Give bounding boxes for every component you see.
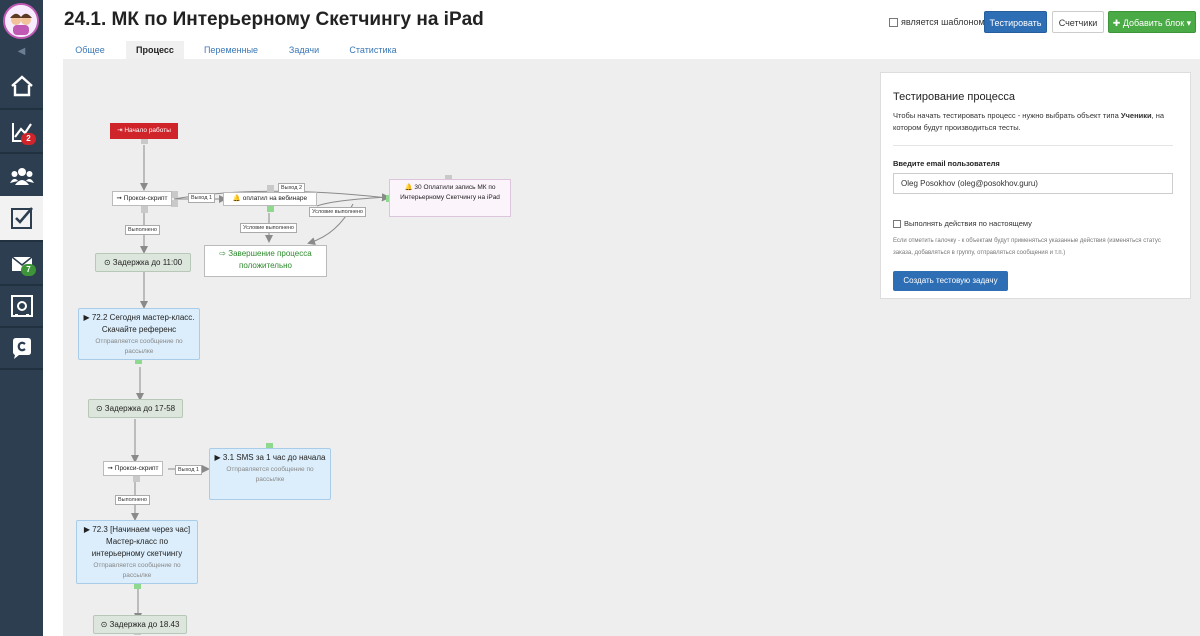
flow-port[interactable]: [171, 191, 178, 198]
node-delay-1843[interactable]: ⊙ Задержка до 18.43: [93, 615, 187, 634]
flow-port[interactable]: [133, 475, 140, 482]
node-proxy-script-1[interactable]: ➞ Прокси-скрипт: [112, 191, 172, 206]
stats-badge: 2: [21, 133, 36, 145]
safe-icon: [10, 295, 33, 317]
edge-label-condition: Условие выполнено: [240, 223, 297, 233]
message-title: ▶ 72.2 Сегодня мастер-класс. Скачайте ре…: [83, 313, 195, 334]
test-panel: Тестирование процесса Чтобы начать тести…: [880, 72, 1191, 299]
node-process-complete[interactable]: ⇨ Завершение процесса положительно: [204, 245, 327, 277]
message-subtitle: Отправляется сообщение по рассылке: [226, 466, 314, 483]
node-start[interactable]: ⇥ Начало работы: [110, 123, 178, 139]
node-delay-1758[interactable]: ⊙ Задержка до 17-58: [88, 399, 183, 418]
flow-port[interactable]: [171, 200, 178, 207]
email-field[interactable]: Oleg Posokhov (oleg@posokhov.guru): [893, 173, 1173, 194]
test-panel-title: Тестирование процесса: [893, 91, 1015, 103]
edge-label-exit-1b: Выход 1: [175, 465, 203, 475]
node-message-72-2[interactable]: ▶ 72.2 Сегодня мастер-класс. Скачайте ре…: [78, 308, 200, 360]
chat-logo-icon: [12, 338, 31, 359]
message-subtitle: Отправляется сообщение по рассылке: [95, 338, 183, 355]
avatar-image: [5, 5, 37, 37]
sidebar-item-tasks[interactable]: [0, 196, 43, 240]
template-checkbox-label: является шаблоном: [901, 17, 985, 27]
real-actions-hint: Если отметить галочку - к объектам будут…: [893, 238, 1161, 256]
flow-port[interactable]: [267, 205, 274, 212]
add-block-button[interactable]: ✚ Добавить блок ▾: [1108, 11, 1196, 33]
template-checkbox[interactable]: является шаблоном: [889, 17, 985, 27]
node-paid-recording[interactable]: 🔔 30 Оплатили запись МК по Интерьерному …: [389, 179, 511, 217]
counters-button[interactable]: Счетчики: [1052, 11, 1104, 33]
edge-label-done-2: Выполнено: [115, 495, 150, 505]
tab-variables[interactable]: Переменные: [195, 41, 267, 59]
create-test-task-button[interactable]: Создать тестовую задачу: [893, 271, 1008, 291]
users-icon: [9, 168, 34, 185]
node-message-72-3[interactable]: ▶ 72.3 [Начинаем через час] Мастер-класс…: [76, 520, 198, 584]
sidebar-item-safe[interactable]: [0, 284, 43, 328]
sidebar-item-stats[interactable]: 2: [0, 110, 43, 154]
flow-port[interactable]: [141, 206, 148, 213]
template-checkbox-box[interactable]: [889, 17, 898, 27]
test-panel-description: Чтобы начать тестировать процесс - нужно…: [893, 111, 1165, 132]
home-icon: [10, 75, 33, 97]
sidebar-item-home[interactable]: [0, 64, 43, 108]
collapse-sidebar-icon[interactable]: ◀: [0, 43, 43, 61]
real-actions-checkbox-box[interactable]: [893, 219, 901, 228]
sidebar-item-users[interactable]: [0, 154, 43, 198]
avatar[interactable]: [3, 3, 39, 39]
checkbox-icon: [10, 207, 33, 229]
flow-port[interactable]: [267, 185, 274, 192]
message-title: ▶ 3.1 SMS за 1 час до начала: [214, 453, 326, 462]
email-label: Введите email пользователя: [893, 159, 1000, 168]
tab-tasks[interactable]: Задачи: [278, 41, 330, 59]
node-delay-1100[interactable]: ⊙ Задержка до 11:00: [95, 253, 191, 272]
message-subtitle: Отправляется сообщение по рассылке: [93, 562, 181, 579]
edge-label-condition-2: Условие выполнено: [309, 207, 366, 217]
edge-label-done: Выполнено: [125, 225, 160, 235]
real-actions-checkbox[interactable]: Выполнять действия по настоящему: [893, 219, 1032, 228]
messages-badge: 7: [21, 264, 36, 276]
tab-statistics[interactable]: Статистика: [341, 41, 405, 59]
test-button[interactable]: Тестировать: [984, 11, 1047, 33]
edge-label-exit-2: Выход 2: [278, 183, 306, 193]
node-webinar-payment[interactable]: 🔔 оплатил на вебинаре: [223, 192, 317, 206]
sidebar: ◀ 2 7: [0, 0, 43, 636]
process-canvas[interactable]: ⇥ Начало работы ➞ Прокси-скрипт 🔔 оплати…: [63, 59, 1200, 636]
edge-label-exit-1: Выход 1: [188, 193, 216, 203]
real-actions-checkbox-label: Выполнять действия по настоящему: [904, 219, 1032, 228]
sidebar-item-chat[interactable]: [0, 326, 43, 370]
sidebar-item-messages[interactable]: 7: [0, 242, 43, 286]
tab-process[interactable]: Процесс: [126, 41, 184, 59]
node-proxy-script-2[interactable]: ➞ Прокси-скрипт: [103, 461, 163, 476]
message-title: ▶ 72.3 [Начинаем через час] Мастер-класс…: [83, 525, 191, 558]
tab-general[interactable]: Общее: [63, 41, 117, 59]
page-title: 24.1. МК по Интерьерному Скетчингу на iP…: [64, 9, 484, 30]
node-sms-3-1[interactable]: ▶ 3.1 SMS за 1 час до начала Отправляетс…: [209, 448, 331, 500]
